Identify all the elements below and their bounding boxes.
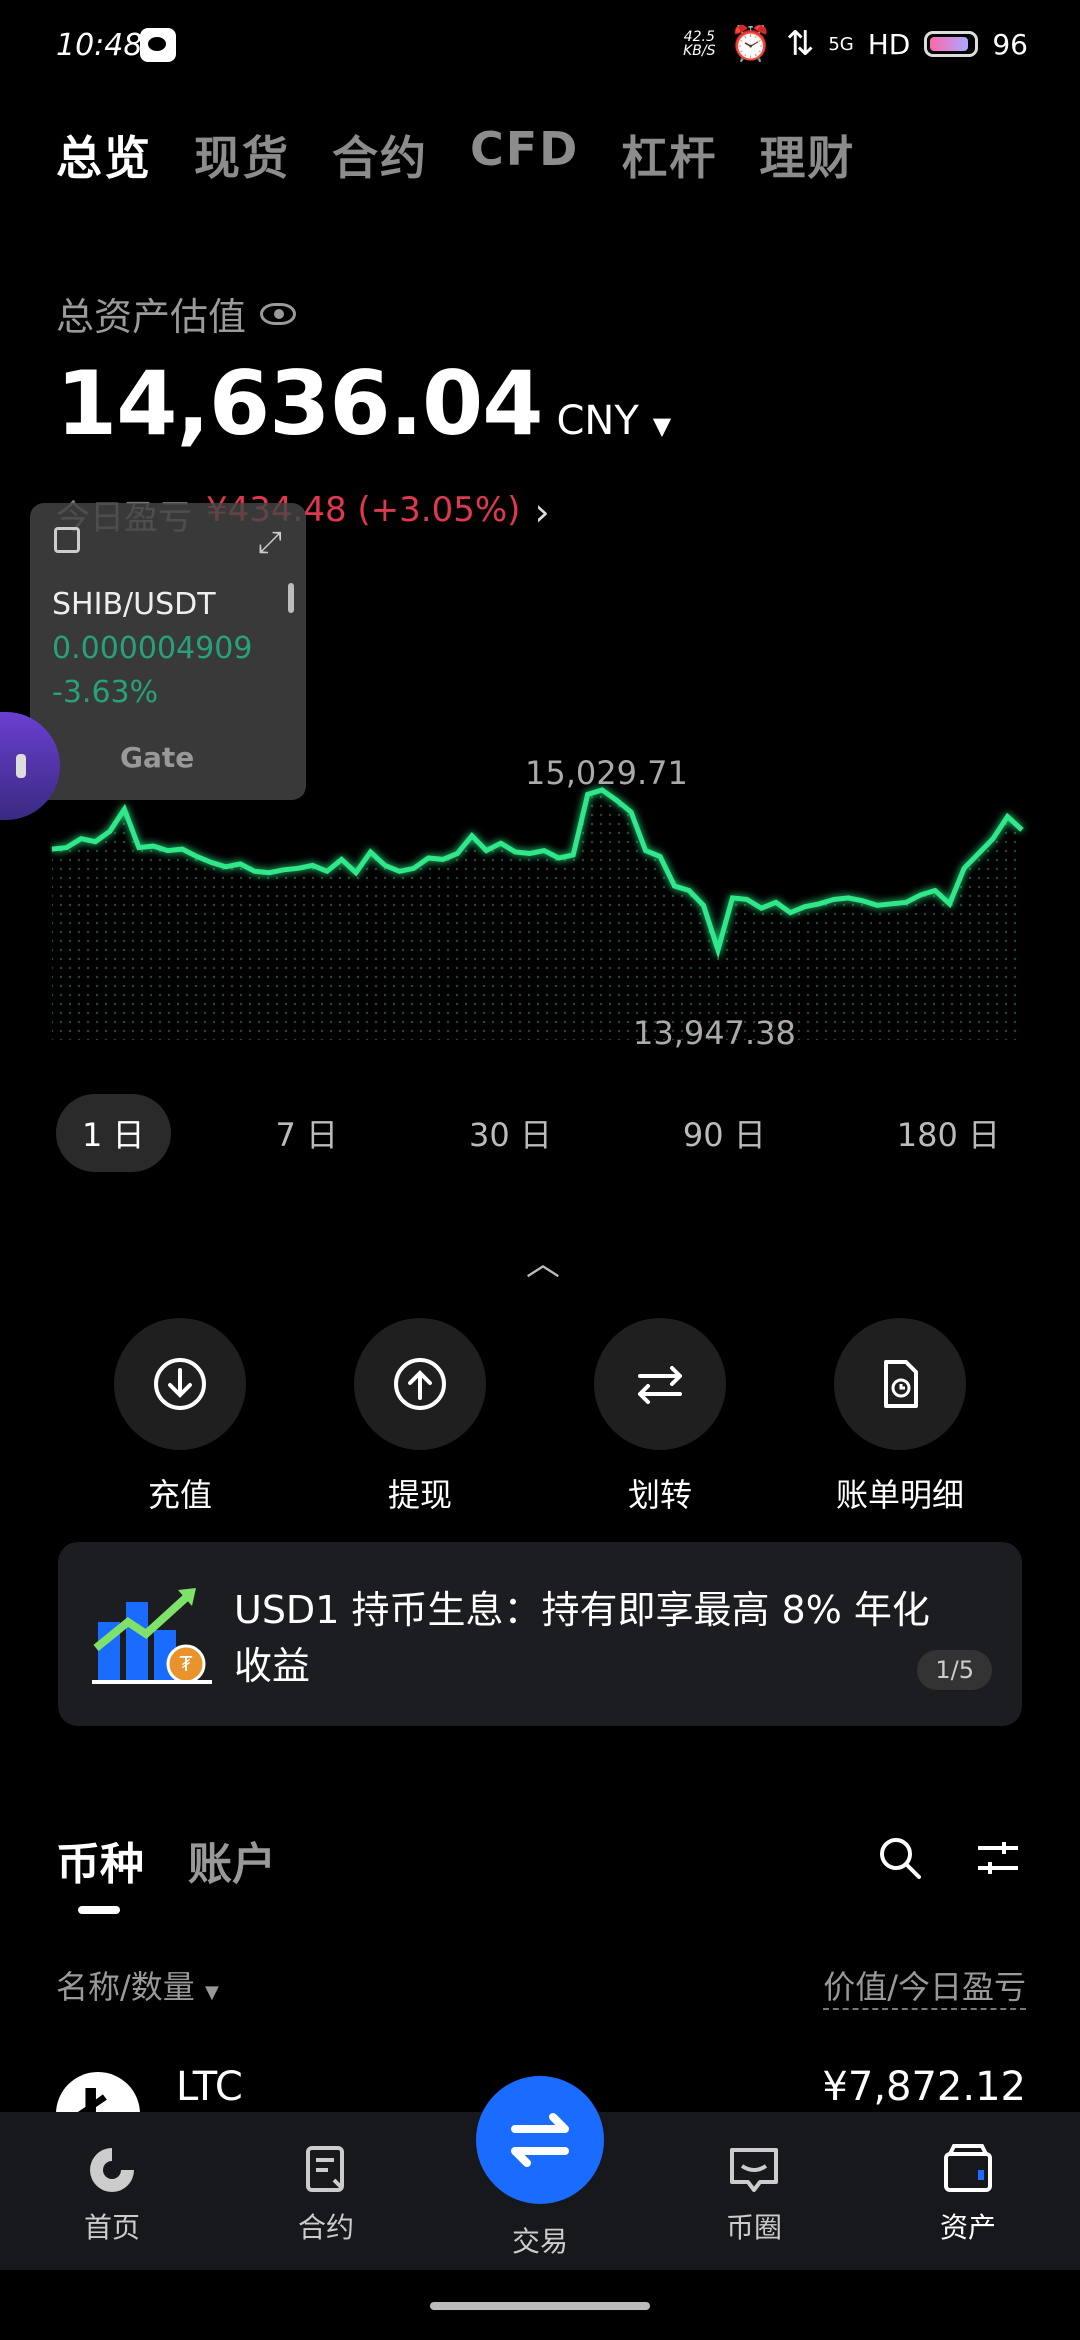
deposit-label: 充值 [147, 1476, 212, 1514]
wallet-icon [944, 2144, 992, 2192]
withdraw-label: 提现 [387, 1476, 452, 1514]
deposit-button[interactable]: 充值 [110, 1318, 250, 1516]
withdraw-icon [394, 1358, 446, 1410]
battery-icon [924, 31, 979, 57]
value-pnl-header[interactable]: 价值/今日盈亏 [823, 1962, 1026, 2010]
tab-accounts[interactable]: 账户 [188, 1828, 276, 1892]
svg-text:₮: ₮ [180, 1652, 193, 1676]
coin-symbol: LTC [176, 2064, 243, 2110]
chevron-right-icon[interactable]: › [534, 490, 549, 539]
range-30d[interactable]: 30 日 [443, 1094, 578, 1172]
banner-text: USD1 持币生息：持有即享最高 8% 年化收益 [234, 1588, 930, 1688]
chat-icon [730, 2148, 778, 2192]
chart-low-label: 13,947.38 [633, 1014, 796, 1052]
quick-actions: 充值 提现 划转 账单明细 [110, 1318, 970, 1516]
filter-icon[interactable] [974, 1834, 1022, 1882]
tab-futures[interactable]: 合约 [332, 122, 428, 188]
transfer-button[interactable]: 划转 [590, 1318, 730, 1516]
gate-logo: Gate [120, 741, 195, 774]
nav-assets[interactable]: 资产 [888, 2142, 1048, 2246]
range-1d[interactable]: 1 日 [56, 1094, 171, 1172]
status-icons: 42.5 KB/S ⏰ ⇅ 5G HD 96 [683, 24, 1028, 64]
tab-cfd[interactable]: CFD [470, 122, 579, 188]
trade-button[interactable] [476, 2076, 604, 2204]
sort-by-name[interactable]: 名称/数量 ▼ [56, 1962, 219, 2010]
alarm-icon: ⏰ [729, 24, 772, 64]
currency-selector[interactable]: CNY [556, 398, 638, 444]
range-180d[interactable]: 180 日 [871, 1094, 1026, 1172]
nav-community[interactable]: 币圈 [674, 2142, 834, 2246]
growth-chart-icon: ₮ [92, 1588, 212, 1684]
home-indicator[interactable] [430, 2302, 650, 2310]
nav-home[interactable]: 首页 [32, 2142, 192, 2246]
network-label: 5G [828, 33, 854, 55]
range-7d[interactable]: 7 日 [250, 1094, 365, 1172]
hd-label: HD [867, 27, 911, 61]
top-tabs: 总览 现货 合约 CFD 杠杆 理财 [56, 122, 855, 188]
search-icon[interactable] [876, 1834, 924, 1882]
battery-level: 96 [992, 27, 1028, 61]
eye-icon[interactable] [260, 302, 297, 325]
nav-futures[interactable]: 合约 [246, 2142, 406, 2246]
home-icon [90, 2148, 134, 2192]
floating-price-widget[interactable]: ⤢ SHIB/USDT 0.000004909 -3.63% Gate [30, 503, 306, 800]
chart-area [52, 790, 1022, 1040]
status-bar: 10:48 42.5 KB/S ⏰ ⇅ 5G HD 96 [0, 0, 1080, 90]
chevron-up-icon[interactable]: ︿ [526, 1236, 560, 1285]
bill-label: 账单明细 [835, 1476, 964, 1514]
bill-button[interactable]: 账单明细 [830, 1318, 970, 1516]
bill-icon [884, 1360, 918, 1408]
coin-value: ¥7,872.12 [822, 2064, 1026, 2110]
total-amount: 14,636.04 [56, 352, 543, 455]
promo-banner[interactable]: ₮ USD1 持币生息：持有即享最高 8% 年化收益 1/5 [58, 1542, 1022, 1726]
weibo-icon [140, 28, 176, 62]
deposit-icon [154, 1358, 206, 1410]
active-tab-indicator [78, 1906, 120, 1914]
nav-trade[interactable]: 交易 [460, 2220, 620, 2260]
total-assets-label: 总资产估值 [56, 286, 297, 341]
tab-margin[interactable]: 杠杆 [621, 122, 717, 188]
transfer-icon [638, 1366, 682, 1404]
transfer-label: 划转 [627, 1476, 692, 1514]
tab-earn[interactable]: 理财 [759, 122, 855, 188]
holdings-tabs: 币种 账户 [56, 1828, 276, 1892]
caret-down-icon[interactable]: ▼ [653, 412, 671, 440]
widget-scrollbar[interactable] [288, 583, 294, 613]
tab-coins[interactable]: 币种 [56, 1828, 144, 1892]
contract-icon [306, 2146, 344, 2192]
widget-change: -3.63% [52, 675, 159, 710]
signal-icon: ⇅ [785, 24, 815, 64]
banner-pager: 1/5 [917, 1650, 992, 1690]
time-range-selector: 1 日 7 日 30 日 90 日 180 日 [56, 1094, 1026, 1172]
clock: 10:48 [56, 28, 143, 63]
tab-overview[interactable]: 总览 [56, 122, 152, 188]
widget-pair: SHIB/USDT [52, 587, 216, 622]
caret-down-icon: ▼ [204, 1982, 219, 2003]
range-90d[interactable]: 90 日 [657, 1094, 792, 1172]
tab-spot[interactable]: 现货 [194, 122, 290, 188]
list-header: 名称/数量 ▼ 价值/今日盈亏 [56, 1962, 1026, 2010]
minimize-icon[interactable] [54, 527, 80, 553]
total-assets: 14,636.04 CNY ▼ [56, 352, 671, 455]
net-speed: 42.5 KB/S [683, 29, 716, 59]
chart-high-label: 15,029.71 [525, 754, 688, 792]
swap-icon [511, 2113, 569, 2167]
withdraw-button[interactable]: 提现 [350, 1318, 490, 1516]
widget-price: 0.000004909 [52, 631, 253, 666]
expand-icon[interactable]: ⤢ [258, 525, 282, 560]
